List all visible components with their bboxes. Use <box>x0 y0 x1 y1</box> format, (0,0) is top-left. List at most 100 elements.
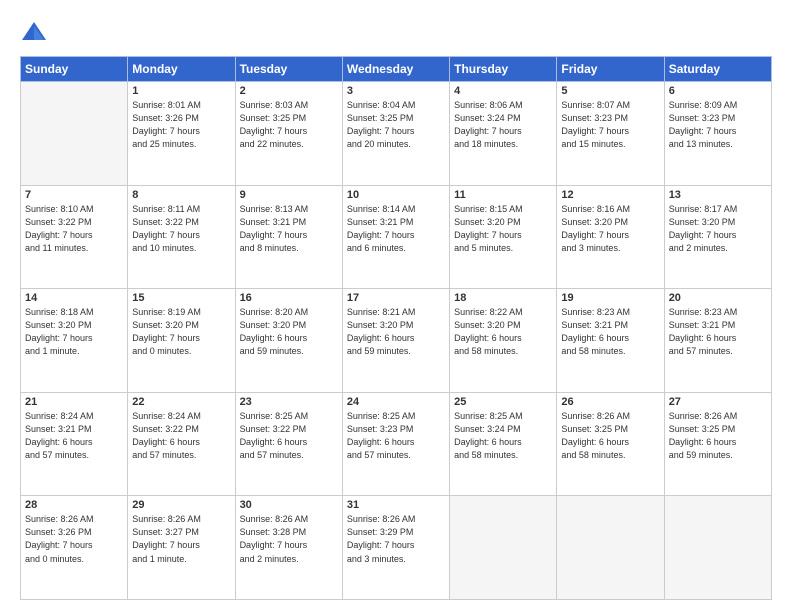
day-number: 23 <box>240 396 338 408</box>
calendar-cell: 25 Sunrise: 8:25 AM Sunset: 3:24 PM Dayli… <box>450 392 557 496</box>
day-info: Sunrise: 8:13 AM Sunset: 3:21 PM Dayligh… <box>240 203 338 255</box>
day-number: 19 <box>561 292 659 304</box>
day-number: 15 <box>132 292 230 304</box>
day-number: 4 <box>454 85 552 97</box>
calendar-cell <box>557 496 664 600</box>
day-info: Sunrise: 8:23 AM Sunset: 3:21 PM Dayligh… <box>669 306 767 358</box>
day-number: 31 <box>347 499 445 511</box>
calendar-cell: 13 Sunrise: 8:17 AM Sunset: 3:20 PM Dayli… <box>664 185 771 289</box>
day-number: 11 <box>454 189 552 201</box>
day-info: Sunrise: 8:26 AM Sunset: 3:25 PM Dayligh… <box>669 410 767 462</box>
day-info: Sunrise: 8:17 AM Sunset: 3:20 PM Dayligh… <box>669 203 767 255</box>
calendar-cell: 15 Sunrise: 8:19 AM Sunset: 3:20 PM Dayli… <box>128 289 235 393</box>
calendar-cell <box>450 496 557 600</box>
day-number: 5 <box>561 85 659 97</box>
day-number: 12 <box>561 189 659 201</box>
day-info: Sunrise: 8:09 AM Sunset: 3:23 PM Dayligh… <box>669 99 767 151</box>
day-info: Sunrise: 8:03 AM Sunset: 3:25 PM Dayligh… <box>240 99 338 151</box>
week-row-5: 28 Sunrise: 8:26 AM Sunset: 3:26 PM Dayli… <box>21 496 772 600</box>
week-row-3: 14Sunrise: 8:18 AM Sunset: 3:20 PM Dayli… <box>21 289 772 393</box>
calendar-cell: 20 Sunrise: 8:23 AM Sunset: 3:21 PM Dayli… <box>664 289 771 393</box>
calendar-cell: 14Sunrise: 8:18 AM Sunset: 3:20 PM Dayli… <box>21 289 128 393</box>
day-info: Sunrise: 8:19 AM Sunset: 3:20 PM Dayligh… <box>132 306 230 358</box>
calendar-cell: 23 Sunrise: 8:25 AM Sunset: 3:22 PM Dayli… <box>235 392 342 496</box>
weekday-header-sunday: Sunday <box>21 57 128 82</box>
day-info: Sunrise: 8:26 AM Sunset: 3:26 PM Dayligh… <box>25 513 123 565</box>
day-info: Sunrise: 8:16 AM Sunset: 3:20 PM Dayligh… <box>561 203 659 255</box>
day-info: Sunrise: 8:26 AM Sunset: 3:29 PM Dayligh… <box>347 513 445 565</box>
day-info: Sunrise: 8:23 AM Sunset: 3:21 PM Dayligh… <box>561 306 659 358</box>
calendar-cell <box>21 82 128 186</box>
calendar-cell: 26Sunrise: 8:26 AM Sunset: 3:25 PM Dayli… <box>557 392 664 496</box>
weekday-header-friday: Friday <box>557 57 664 82</box>
calendar-cell: 24 Sunrise: 8:25 AM Sunset: 3:23 PM Dayli… <box>342 392 449 496</box>
weekday-header-wednesday: Wednesday <box>342 57 449 82</box>
logo-icon <box>20 18 48 46</box>
day-number: 2 <box>240 85 338 97</box>
day-number: 8 <box>132 189 230 201</box>
day-number: 20 <box>669 292 767 304</box>
day-info: Sunrise: 8:10 AM Sunset: 3:22 PM Dayligh… <box>25 203 123 255</box>
day-info: Sunrise: 8:18 AM Sunset: 3:20 PM Dayligh… <box>25 306 123 358</box>
day-info: Sunrise: 8:21 AM Sunset: 3:20 PM Dayligh… <box>347 306 445 358</box>
day-number: 27 <box>669 396 767 408</box>
calendar-cell: 8 Sunrise: 8:11 AM Sunset: 3:22 PM Daylig… <box>128 185 235 289</box>
calendar-cell: 12 Sunrise: 8:16 AM Sunset: 3:20 PM Dayli… <box>557 185 664 289</box>
day-info: Sunrise: 8:15 AM Sunset: 3:20 PM Dayligh… <box>454 203 552 255</box>
calendar: SundayMondayTuesdayWednesdayThursdayFrid… <box>20 56 772 600</box>
day-info: Sunrise: 8:06 AM Sunset: 3:24 PM Dayligh… <box>454 99 552 151</box>
weekday-header-thursday: Thursday <box>450 57 557 82</box>
week-row-4: 21Sunrise: 8:24 AM Sunset: 3:21 PM Dayli… <box>21 392 772 496</box>
calendar-cell: 5 Sunrise: 8:07 AM Sunset: 3:23 PM Daylig… <box>557 82 664 186</box>
calendar-cell: 11 Sunrise: 8:15 AM Sunset: 3:20 PM Dayli… <box>450 185 557 289</box>
day-number: 9 <box>240 189 338 201</box>
calendar-cell: 31 Sunrise: 8:26 AM Sunset: 3:29 PM Dayli… <box>342 496 449 600</box>
day-info: Sunrise: 8:24 AM Sunset: 3:21 PM Dayligh… <box>25 410 123 462</box>
day-number: 10 <box>347 189 445 201</box>
day-number: 22 <box>132 396 230 408</box>
day-number: 13 <box>669 189 767 201</box>
weekday-header-monday: Monday <box>128 57 235 82</box>
day-info: Sunrise: 8:04 AM Sunset: 3:25 PM Dayligh… <box>347 99 445 151</box>
calendar-cell: 3Sunrise: 8:04 AM Sunset: 3:25 PM Daylig… <box>342 82 449 186</box>
calendar-cell: 30 Sunrise: 8:26 AM Sunset: 3:28 PM Dayli… <box>235 496 342 600</box>
day-info: Sunrise: 8:11 AM Sunset: 3:22 PM Dayligh… <box>132 203 230 255</box>
day-info: Sunrise: 8:26 AM Sunset: 3:28 PM Dayligh… <box>240 513 338 565</box>
day-number: 1 <box>132 85 230 97</box>
day-number: 6 <box>669 85 767 97</box>
day-number: 28 <box>25 499 123 511</box>
calendar-cell: 21Sunrise: 8:24 AM Sunset: 3:21 PM Dayli… <box>21 392 128 496</box>
calendar-cell: 22 Sunrise: 8:24 AM Sunset: 3:22 PM Dayli… <box>128 392 235 496</box>
day-info: Sunrise: 8:25 AM Sunset: 3:22 PM Dayligh… <box>240 410 338 462</box>
day-info: Sunrise: 8:20 AM Sunset: 3:20 PM Dayligh… <box>240 306 338 358</box>
calendar-cell: 4 Sunrise: 8:06 AM Sunset: 3:24 PM Daylig… <box>450 82 557 186</box>
day-number: 16 <box>240 292 338 304</box>
day-info: Sunrise: 8:24 AM Sunset: 3:22 PM Dayligh… <box>132 410 230 462</box>
weekday-header-row: SundayMondayTuesdayWednesdayThursdayFrid… <box>21 57 772 82</box>
day-info: Sunrise: 8:01 AM Sunset: 3:26 PM Dayligh… <box>132 99 230 151</box>
day-info: Sunrise: 8:14 AM Sunset: 3:21 PM Dayligh… <box>347 203 445 255</box>
calendar-cell: 6 Sunrise: 8:09 AM Sunset: 3:23 PM Daylig… <box>664 82 771 186</box>
day-info: Sunrise: 8:25 AM Sunset: 3:24 PM Dayligh… <box>454 410 552 462</box>
header <box>20 18 772 46</box>
week-row-2: 7 Sunrise: 8:10 AM Sunset: 3:22 PM Daylig… <box>21 185 772 289</box>
weekday-header-tuesday: Tuesday <box>235 57 342 82</box>
calendar-cell: 16 Sunrise: 8:20 AM Sunset: 3:20 PM Dayli… <box>235 289 342 393</box>
day-info: Sunrise: 8:26 AM Sunset: 3:25 PM Dayligh… <box>561 410 659 462</box>
logo <box>20 18 52 46</box>
weekday-header-saturday: Saturday <box>664 57 771 82</box>
day-number: 30 <box>240 499 338 511</box>
day-number: 24 <box>347 396 445 408</box>
day-number: 7 <box>25 189 123 201</box>
day-info: Sunrise: 8:07 AM Sunset: 3:23 PM Dayligh… <box>561 99 659 151</box>
week-row-1: 1 Sunrise: 8:01 AM Sunset: 3:26 PM Daylig… <box>21 82 772 186</box>
calendar-cell: 29Sunrise: 8:26 AM Sunset: 3:27 PM Dayli… <box>128 496 235 600</box>
calendar-cell: 9 Sunrise: 8:13 AM Sunset: 3:21 PM Daylig… <box>235 185 342 289</box>
day-number: 17 <box>347 292 445 304</box>
calendar-cell: 28 Sunrise: 8:26 AM Sunset: 3:26 PM Dayli… <box>21 496 128 600</box>
day-info: Sunrise: 8:26 AM Sunset: 3:27 PM Dayligh… <box>132 513 230 565</box>
calendar-cell: 7 Sunrise: 8:10 AM Sunset: 3:22 PM Daylig… <box>21 185 128 289</box>
calendar-cell: 2 Sunrise: 8:03 AM Sunset: 3:25 PM Daylig… <box>235 82 342 186</box>
day-number: 25 <box>454 396 552 408</box>
day-info: Sunrise: 8:25 AM Sunset: 3:23 PM Dayligh… <box>347 410 445 462</box>
